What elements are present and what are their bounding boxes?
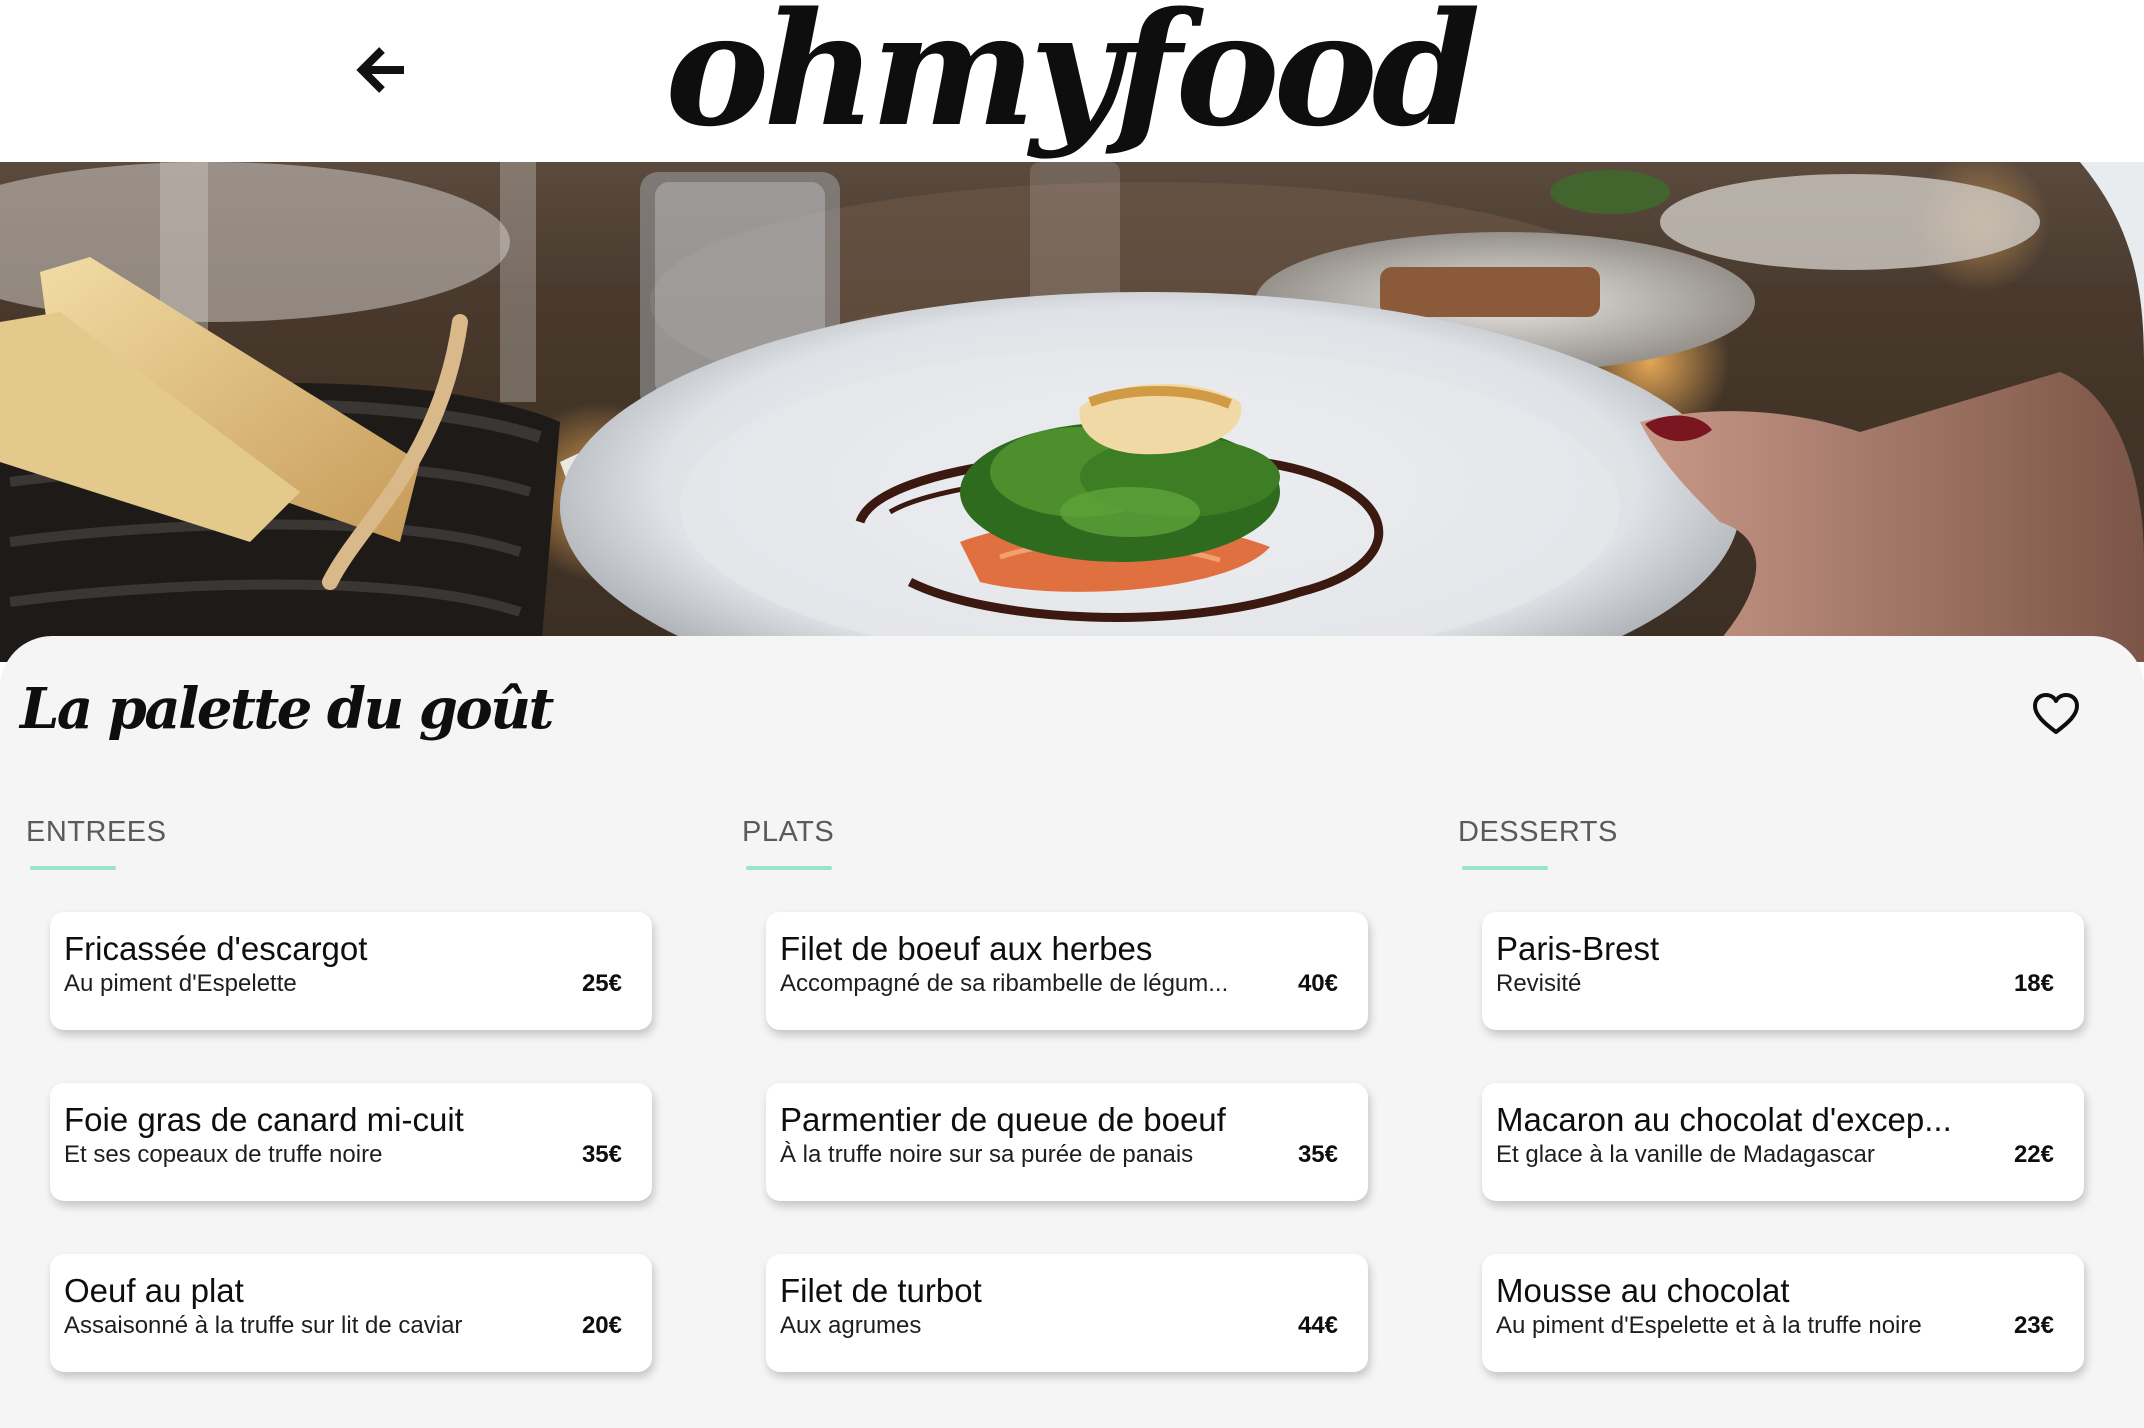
dish-name: Filet de boeuf aux herbes [780,930,1153,967]
dish-name: Paris-Brest [1496,930,1660,967]
dish-description: Accompagné de sa ribambelle de légum... [780,970,1229,997]
arrow-left-icon [356,47,404,93]
dish-name: Oeuf au plat [64,1272,244,1309]
section-underline [746,866,832,870]
restaurant-photo [0,162,2144,662]
restaurant-title: La palette du goût [20,676,554,742]
dish-description: À la truffe noire sur sa purée de panais [780,1141,1194,1168]
menu-item-card[interactable]: Paris-Brest Revisité 18€ [1482,912,2084,1030]
section-heading: PLATS [736,816,1416,876]
logo[interactable]: ohmyfood [660,0,1480,150]
section-underline [30,866,116,870]
menu-item-card[interactable]: Filet de boeuf aux herbes Accompagné de … [766,912,1368,1030]
section-heading: ENTREES [20,816,700,876]
section-heading-label: ENTREES [26,816,167,848]
dish-description: Revisité [1496,970,1582,997]
dish-description: Aux agrumes [780,1312,922,1339]
dish-description: Et ses copeaux de truffe noire [64,1141,383,1168]
menu-item-card[interactable]: Oeuf au plat Assaisonné à la truffe sur … [50,1254,652,1372]
menu-item-card[interactable]: Foie gras de canard mi-cuit Et ses copea… [50,1083,652,1201]
dish-name: Fricassée d'escargot [64,930,368,967]
dish-name: Filet de turbot [780,1272,982,1309]
dish-price: 40€ [1297,970,1338,997]
dish-description: Au piment d'Espelette et à la truffe noi… [1496,1312,1922,1339]
dish-description: Assaisonné à la truffe sur lit de caviar [64,1312,463,1339]
dish-price: 18€ [2013,970,2054,997]
dish-price: 25€ [581,970,622,997]
header: ohmyfood [0,0,2144,162]
menu-item-card[interactable]: Parmentier de queue de boeuf À la truffe… [766,1083,1368,1201]
restaurant-menu-panel: La palette du goût ENTREES Fricassée d'e… [0,636,2144,1428]
dish-price: 35€ [1297,1141,1338,1168]
dish-description: Et glace à la vanille de Madagascar [1496,1141,1875,1168]
section-heading-label: DESSERTS [1458,816,1618,848]
section-underline [1462,866,1548,870]
dish-name: Macaron au chocolat d'excep... [1496,1101,1952,1138]
menu-item-card[interactable]: Macaron au chocolat d'excep... Et glace … [1482,1083,2084,1201]
menu-column-desserts: DESSERTS Paris-Brest Revisité 18€ Macaro… [1452,816,2132,1372]
dish-price: 20€ [581,1312,622,1339]
dish-price: 44€ [1297,1312,1338,1339]
menu-item-card[interactable]: Mousse au chocolat Au piment d'Espelette… [1482,1254,2084,1372]
dish-price: 22€ [2013,1141,2054,1168]
section-heading: DESSERTS [1452,816,2132,876]
menu-column-entrees: ENTREES Fricassée d'escargot Au piment d… [20,816,700,1372]
back-button[interactable] [348,38,412,102]
favorite-button[interactable] [2028,686,2084,742]
menu-item-card[interactable]: Filet de turbot Aux agrumes 44€ [766,1254,1368,1372]
menu-item-card[interactable]: Fricassée d'escargot Au piment d'Espelet… [50,912,652,1030]
hero-image [0,162,2144,662]
dish-name: Parmentier de queue de boeuf [780,1101,1226,1138]
dish-name: Foie gras de canard mi-cuit [64,1101,464,1138]
menu-column-plats: PLATS Filet de boeuf aux herbes Accompag… [736,816,1416,1372]
dish-description: Au piment d'Espelette [64,970,297,997]
dish-price: 35€ [581,1141,622,1168]
heart-outline-icon [2033,693,2079,734]
dish-name: Mousse au chocolat [1496,1272,1790,1309]
section-heading-label: PLATS [742,816,835,848]
dish-price: 23€ [2013,1312,2054,1339]
